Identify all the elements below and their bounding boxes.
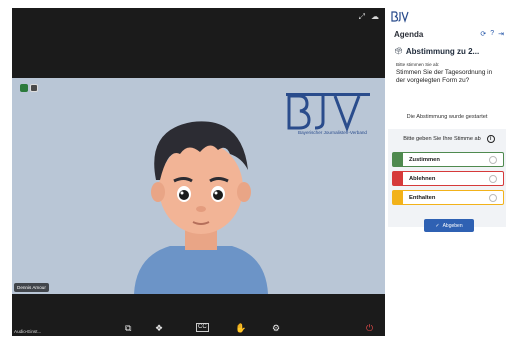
settings-icon[interactable]: ⚙ xyxy=(272,323,280,333)
option-zustimmen[interactable]: Zustimmen xyxy=(392,152,504,167)
video-area: ⤢ ☁ Bayerischer Journalisten-Verband Den… xyxy=(12,8,385,336)
participant-stage: Bayerischer Journalisten-Verband Dennis … xyxy=(12,78,385,294)
agenda-header: Agenda ⟳ ? ⇥ xyxy=(394,28,504,40)
cloud-icon[interactable]: ☁ xyxy=(371,12,379,22)
bjv-logo xyxy=(286,93,370,133)
status-icons xyxy=(20,84,38,92)
vote-question: Stimmen Sie der Tagesordnung in der vorg… xyxy=(396,69,493,85)
submit-button[interactable]: ✓ Abgeben xyxy=(424,219,474,232)
logo-subtitle: Bayerischer Journalisten-Verband xyxy=(298,130,367,135)
bjv-small-logo xyxy=(391,11,409,23)
radio-button[interactable] xyxy=(489,155,497,164)
expand-icon[interactable]: ⤢ xyxy=(359,12,365,22)
poll-started-message: Die Abstimmung wurde gestartet xyxy=(406,114,488,120)
vote-box: Bitte geben Sie Ihre Stimme ab i Zustimm… xyxy=(388,129,506,227)
radio-button[interactable] xyxy=(489,174,497,183)
agenda-title: Agenda xyxy=(394,29,424,39)
option-color-bar xyxy=(393,153,403,166)
share-screen-icon[interactable]: ⧉ xyxy=(125,323,131,333)
refresh-icon[interactable]: ⟳ xyxy=(480,30,486,38)
option-enthalten[interactable]: Enthalten xyxy=(392,190,504,205)
info-icon[interactable]: i xyxy=(486,135,495,143)
poll-title-row: 🗳 Abstimmung zu 2... xyxy=(394,45,504,57)
option-label: Enthalten xyxy=(409,194,436,201)
radio-button[interactable] xyxy=(489,193,497,202)
option-label: Zustimmen xyxy=(409,156,440,163)
leave-icon[interactable]: ⏻ xyxy=(366,323,373,333)
agenda-actions: ⟳ ? ⇥ xyxy=(480,30,504,38)
video-top-icons: ⤢ ☁ xyxy=(359,12,379,22)
audio-settings-label[interactable]: Audio-Einst... xyxy=(14,329,41,334)
help-icon[interactable]: ? xyxy=(490,30,494,38)
side-panel: Agenda ⟳ ? ⇥ 🗳 Abstimmung zu 2... Bitte … xyxy=(388,8,506,346)
camera-status-icon xyxy=(30,84,38,92)
check-icon: ✓ xyxy=(435,222,440,229)
option-ablehnen[interactable]: Ablehnen xyxy=(392,171,504,186)
option-color-bar xyxy=(393,191,403,204)
logout-icon[interactable]: ⇥ xyxy=(498,30,504,38)
participant-avatar xyxy=(134,121,268,294)
poll-title[interactable]: Abstimmung zu 2... xyxy=(406,47,479,56)
reactions-icon[interactable]: ❖ xyxy=(155,323,163,333)
submit-label: Abgeben xyxy=(442,222,463,229)
mic-status-icon xyxy=(20,84,28,92)
cc-icon[interactable]: CC xyxy=(196,323,209,332)
vote-prompt: Bitte stimmen Sie ab: xyxy=(396,62,440,67)
raise-hand-icon[interactable]: ✋ xyxy=(235,323,246,333)
option-label: Ablehnen xyxy=(409,175,436,182)
option-color-bar xyxy=(393,172,403,185)
vote-heading: Bitte geben Sie Ihre Stimme ab xyxy=(403,136,481,142)
participant-name: Dennis Amour xyxy=(14,283,49,292)
poll-icon: 🗳 xyxy=(394,48,403,55)
app-root: ⤢ ☁ Bayerischer Journalisten-Verband Den… xyxy=(0,0,506,346)
vote-heading-row: Bitte geben Sie Ihre Stimme ab i xyxy=(400,133,498,145)
